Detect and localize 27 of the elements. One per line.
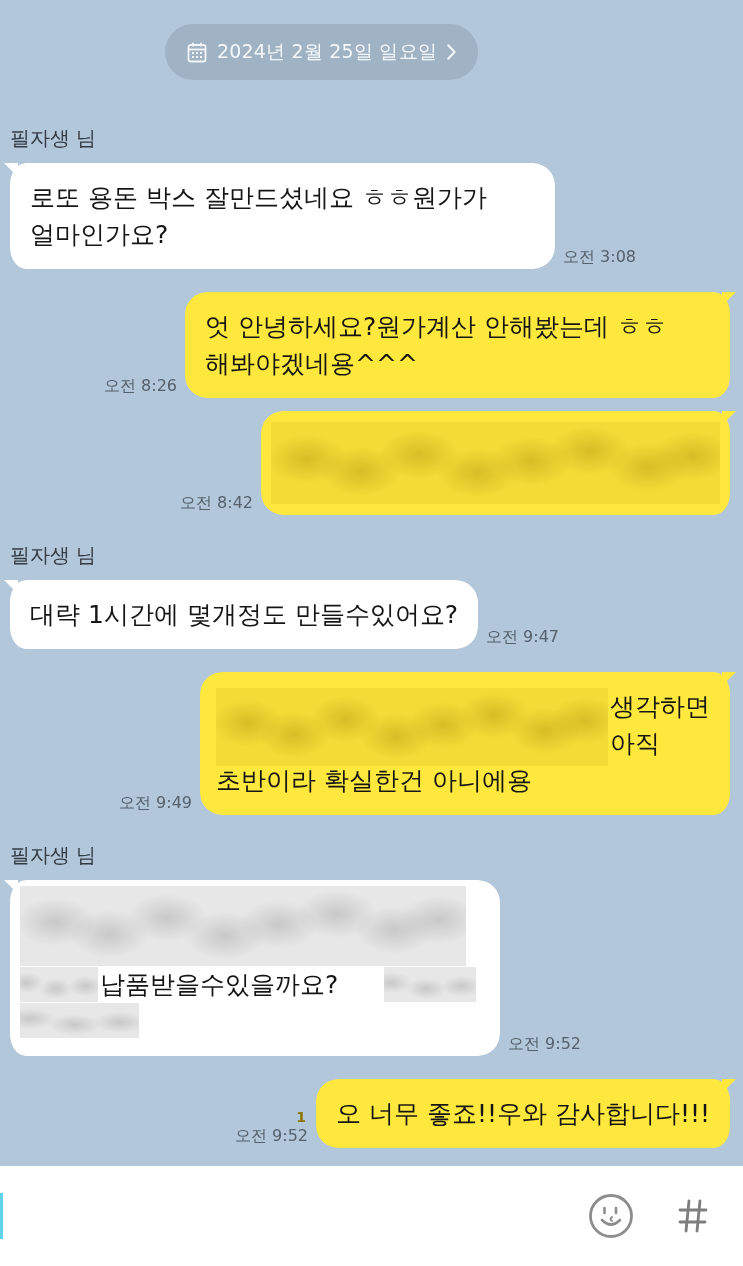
message-text: 초반이라 확실한건 아니에용 [216,765,533,797]
message-time: 오전 9:49 [119,793,192,813]
message-time: 오전 3:08 [563,247,636,267]
message-time: 오전 8:26 [104,376,177,396]
message-time: 오전 9:47 [486,627,560,647]
message-text: 생각하면 [610,691,710,723]
sender-name: 필자생 님 [10,543,97,567]
message-text: 납품받을수있을까요? [100,969,339,1001]
message-text: 엇 안녕하세요?원가계산 안해봤는데 ㅎㅎ 해봐야겠네용^^^ [205,311,669,380]
message-time: 오전 9:52 [508,1034,581,1054]
chevron-right-icon [446,44,456,60]
message-input-bar[interactable] [0,1166,743,1266]
message-time: 오전 8:42 [180,493,253,513]
message-time: 오전 9:52 [235,1126,309,1146]
unread-count: 1 [296,1109,307,1126]
text-cursor [0,1193,3,1239]
hash-icon[interactable] [678,1199,708,1233]
sender-name: 필자생 님 [10,843,97,867]
message-text: 로또 용돈 박스 잘만드셨네요 ㅎㅎ원가가 얼마인가요? [30,182,488,251]
message-text: 오 너무 좋죠!!우와 감사합니다!!! [336,1098,710,1130]
sender-name: 필자생 님 [10,126,97,150]
message-text: 대략 1시간에 몇개정도 만들수있어요? [30,599,458,631]
emoji-icon[interactable] [588,1193,634,1239]
date-divider[interactable]: 2024년 2월 25일 일요일 [165,24,478,80]
message-text: 아직 [610,728,661,760]
date-label: 2024년 2월 25일 일요일 [217,39,437,64]
calendar-icon [187,41,207,63]
